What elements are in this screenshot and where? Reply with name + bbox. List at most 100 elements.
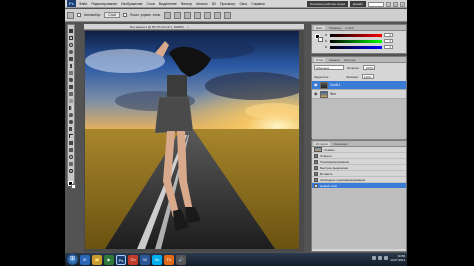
menu-select[interactable]: Выделение bbox=[159, 2, 177, 6]
menu-window[interactable]: Окно bbox=[239, 2, 247, 6]
document-tab[interactable]: Без имени-1 @ 66,7% (Слой 1, RGB/8) × bbox=[84, 24, 304, 30]
visibility-eye-icon[interactable]: ◉ bbox=[314, 92, 318, 96]
marquee-tool-icon[interactable] bbox=[68, 36, 74, 42]
document-window: Без имени-1 @ 66,7% (Слой 1, RGB/8) × bbox=[84, 24, 304, 252]
menu-filter[interactable]: Фильтр bbox=[181, 2, 192, 6]
opacity-input[interactable]: 100% bbox=[363, 65, 376, 70]
close-button[interactable]: × bbox=[400, 1, 405, 7]
clone-stamp-tool-icon[interactable] bbox=[68, 85, 74, 91]
slider-b-value[interactable]: 0 bbox=[384, 45, 393, 49]
windows-taskbar: ⊞ IE 📁 ▶ Ps Ch W Sk Fx 🔊 11:56 14.07.201… bbox=[65, 253, 407, 266]
network-icon[interactable] bbox=[372, 256, 377, 260]
start-button[interactable]: ⊞ bbox=[67, 254, 78, 265]
clock[interactable]: 11:56 14.07.2011 bbox=[390, 254, 405, 262]
menu-edit[interactable]: Редактирование bbox=[91, 2, 117, 6]
slider-r[interactable]: R 0 bbox=[325, 33, 393, 37]
gradient-tool-icon[interactable] bbox=[68, 106, 74, 112]
slider-g-track[interactable] bbox=[330, 40, 382, 43]
chrome-icon[interactable]: Ch bbox=[128, 254, 138, 265]
menu-layers[interactable]: Слои bbox=[147, 2, 155, 6]
document-close-icon[interactable]: × bbox=[187, 25, 189, 29]
fill-input[interactable]: 100% bbox=[361, 74, 374, 79]
photoshop-taskbar-icon[interactable]: Ps bbox=[116, 254, 126, 265]
menu-view[interactable]: Просмотр bbox=[220, 2, 236, 6]
firefox-icon[interactable]: Fx bbox=[164, 254, 174, 265]
menu-image[interactable]: Изображение bbox=[121, 2, 142, 6]
tab-paths[interactable]: Контуры bbox=[344, 58, 356, 62]
layer-row[interactable]: ◉ Слой 1 bbox=[312, 81, 406, 90]
speaker-icon[interactable]: 🔊 bbox=[176, 254, 186, 265]
align-center-icon[interactable] bbox=[203, 11, 211, 19]
image-canvas[interactable] bbox=[85, 31, 299, 249]
align-middle-icon[interactable] bbox=[173, 11, 181, 19]
dodge-tool-icon[interactable] bbox=[68, 120, 74, 126]
brush-tool-icon[interactable] bbox=[68, 78, 74, 84]
distribute-icon[interactable] bbox=[223, 11, 231, 19]
eyedropper-tool-icon[interactable] bbox=[68, 64, 74, 70]
word-icon[interactable]: W bbox=[140, 254, 150, 265]
tab-color[interactable]: Цвет bbox=[314, 25, 325, 30]
photoshop-logo: Ps bbox=[67, 0, 76, 7]
move-tool-icon[interactable] bbox=[67, 11, 74, 19]
slider-g-value[interactable]: 0 bbox=[384, 39, 393, 43]
path-select-tool-icon[interactable] bbox=[68, 141, 74, 147]
align-top-icon[interactable] bbox=[163, 11, 171, 19]
tab-actions[interactable]: Операции bbox=[334, 142, 348, 146]
visibility-eye-icon[interactable]: ◉ bbox=[314, 83, 318, 87]
show-controls-checkbox[interactable] bbox=[122, 13, 127, 17]
align-bottom-icon[interactable] bbox=[183, 11, 191, 19]
opacity-label: Непрозр.: bbox=[347, 65, 361, 70]
workspace-design-button[interactable]: Дизайн bbox=[349, 1, 366, 7]
folder-icon[interactable]: 📁 bbox=[92, 254, 102, 265]
hand-tool-icon[interactable] bbox=[68, 162, 74, 168]
shape-tool-icon[interactable] bbox=[68, 148, 74, 154]
skype-icon[interactable]: Sk bbox=[152, 254, 162, 265]
align-left-icon[interactable] bbox=[193, 11, 201, 19]
maximize-button[interactable]: □ bbox=[393, 1, 398, 7]
layer-row[interactable]: ◉ Фон bbox=[312, 90, 406, 99]
media-player-icon[interactable]: ▶ bbox=[104, 254, 114, 265]
slider-r-track[interactable] bbox=[330, 34, 382, 37]
align-right-icon[interactable] bbox=[213, 11, 221, 19]
lasso-tool-icon[interactable] bbox=[68, 43, 74, 49]
color-chips[interactable] bbox=[315, 34, 323, 42]
layer-name: Фон bbox=[330, 92, 336, 96]
tab-layers[interactable]: Слои bbox=[314, 57, 326, 62]
history-brush-tool-icon[interactable] bbox=[68, 92, 74, 98]
ie-icon[interactable]: IE bbox=[80, 254, 90, 265]
slider-b-track[interactable] bbox=[330, 46, 382, 49]
volume-icon[interactable] bbox=[378, 256, 383, 260]
move-tool-icon[interactable] bbox=[68, 29, 74, 35]
blend-mode-select[interactable]: Обычные bbox=[314, 65, 344, 70]
menu-file[interactable]: Файл bbox=[79, 2, 87, 6]
menu-analysis[interactable]: Анализ bbox=[196, 2, 207, 6]
color-bg-chip[interactable] bbox=[318, 37, 323, 42]
auto-select-dropdown[interactable]: Слой bbox=[104, 12, 120, 18]
slider-r-value[interactable]: 0 bbox=[384, 33, 393, 37]
type-tool-icon[interactable] bbox=[68, 134, 74, 140]
healing-brush-tool-icon[interactable] bbox=[68, 71, 74, 77]
tab-styles[interactable]: Стили bbox=[345, 26, 354, 30]
blur-tool-icon[interactable] bbox=[68, 113, 74, 119]
background-color-swatch[interactable] bbox=[71, 184, 76, 189]
pen-tool-icon[interactable] bbox=[68, 127, 74, 133]
flag-icon[interactable] bbox=[384, 256, 389, 260]
zoom-tool-icon[interactable] bbox=[68, 169, 74, 175]
tab-history[interactable]: История bbox=[314, 141, 330, 146]
tab-channels[interactable]: Каналы bbox=[329, 58, 340, 62]
crop-tool-icon[interactable] bbox=[68, 57, 74, 63]
search-field[interactable] bbox=[368, 1, 384, 7]
tab-swatches[interactable]: Образцы bbox=[329, 26, 342, 30]
auto-select-checkbox[interactable] bbox=[77, 13, 81, 17]
minimize-button[interactable]: - bbox=[386, 1, 391, 7]
menu-help[interactable]: Справка bbox=[251, 2, 264, 6]
3d-rotate-tool-icon[interactable] bbox=[68, 155, 74, 161]
snapshot-thumbnail bbox=[314, 147, 322, 152]
quick-select-tool-icon[interactable] bbox=[68, 50, 74, 56]
workspace-switcher[interactable]: Основная рабочая среда bbox=[306, 1, 348, 7]
slider-g[interactable]: G 0 bbox=[325, 39, 393, 43]
color-swatches[interactable] bbox=[68, 181, 76, 191]
eraser-tool-icon[interactable] bbox=[68, 99, 74, 105]
slider-b[interactable]: B 0 bbox=[325, 45, 393, 49]
menu-3d[interactable]: 3D bbox=[212, 2, 216, 6]
